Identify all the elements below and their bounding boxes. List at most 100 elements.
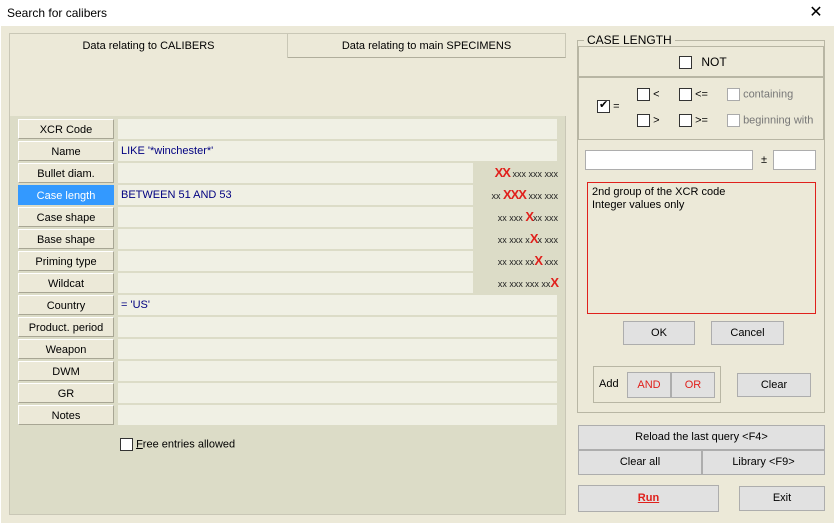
field-value[interactable] [118,207,473,227]
field-value[interactable]: LIKE '*winchester*' [118,141,557,161]
field-label[interactable]: DWM [18,361,114,381]
tab-specimens[interactable]: Data relating to main SPECIMENS [288,34,566,58]
xcr-mark: XX [494,165,511,180]
field-value[interactable] [118,405,557,425]
gt-checkbox[interactable] [637,114,650,127]
xcr-pattern: xx xxx xxx xxX [478,273,559,293]
free-entries-label: Free entries allowed [136,438,236,451]
field-label[interactable]: Case shape [18,207,114,227]
cancel-button[interactable]: Cancel [711,321,784,345]
xcr-pre: xx xxx xx [497,257,535,267]
equals-label: = [613,100,620,113]
le-option[interactable]: <= [679,88,708,101]
clear-all-button[interactable]: Clear all [578,450,702,475]
case-length-title: CASE LENGTH [584,33,675,47]
xcr-pre: xx [491,191,503,201]
field-label[interactable]: Priming type [18,251,114,271]
field-label[interactable]: Country [18,295,114,315]
and-button[interactable]: AND [627,372,671,398]
xcr-pre: xx xxx x [497,235,530,245]
xcr-mark: X [550,275,559,290]
equals-checkbox[interactable] [597,98,610,113]
close-icon[interactable]: ✕ [805,2,827,24]
ge-label: >= [695,114,708,127]
not-checkbox[interactable] [679,56,692,70]
field-label[interactable]: Weapon [18,339,114,359]
value-input[interactable] [585,150,753,170]
le-label: <= [695,88,708,101]
containing-option[interactable]: containing [727,88,793,101]
clear-button[interactable]: Clear [737,373,811,397]
free-entries-option[interactable]: Free entries allowed [120,438,235,451]
window-title: Search for calibers [7,6,108,20]
tolerance-input[interactable] [773,150,816,170]
beginning-checkbox[interactable] [727,114,740,127]
field-value[interactable] [118,163,473,183]
xcr-post: x xxx [537,235,558,245]
lt-checkbox[interactable] [637,88,650,101]
hint-line-1: 2nd group of the XCR code [592,186,726,198]
field-value[interactable]: = 'US' [118,295,557,315]
ge-option[interactable]: >= [679,114,708,127]
ge-checkbox[interactable] [679,114,692,127]
tab-calibers[interactable]: Data relating to CALIBERS [10,34,288,58]
field-value[interactable] [118,251,473,271]
xcr-mark: X [525,209,534,224]
plusminus-label: ± [761,154,768,166]
field-label[interactable]: Base shape [18,229,114,249]
equals-option[interactable]: = [597,98,620,113]
tab-strip: Data relating to CALIBERS Data relating … [10,34,566,116]
field-value[interactable] [118,317,557,337]
field-value[interactable] [118,361,557,381]
field-label[interactable]: Case length [18,185,114,205]
not-label: NOT [701,55,727,69]
not-option[interactable]: NOT [679,55,727,70]
xcr-pattern: xx xxx xXx xxx [478,229,558,249]
xcr-pattern: xx xxx Xxx xxx [478,207,558,227]
beginning-label: beginning with [743,114,814,127]
field-label[interactable]: Notes [18,405,114,425]
field-value[interactable] [118,339,557,359]
exit-button[interactable]: Exit [739,486,825,511]
lt-option[interactable]: < [637,88,660,101]
xcr-pre: xx xxx xxx xx [497,279,551,289]
field-label[interactable]: GR [18,383,114,403]
field-label[interactable]: Wildcat [18,273,114,293]
beginning-option[interactable]: beginning with [727,114,813,127]
xcr-post: xxx xxx xxx [509,169,558,179]
add-label: Add [599,378,619,390]
field-value[interactable] [118,119,557,139]
hint-line-2: Integer values only [592,199,685,211]
xcr-post: xx xxx [532,213,558,223]
free-entries-checkbox[interactable] [120,438,133,451]
xcr-pattern: xx XXX xxx xxx [478,185,558,205]
field-value[interactable]: BETWEEN 51 AND 53 [118,185,473,205]
field-value[interactable] [118,229,473,249]
xcr-pattern: XX xxx xxx xxx [478,163,558,183]
field-value[interactable] [118,383,557,403]
calibers-tab-panel: Data relating to CALIBERS Data relating … [9,33,566,515]
library-button[interactable]: Library <F9> [702,450,825,475]
or-button[interactable]: OR [671,372,715,398]
xcr-post: xxx [541,257,558,267]
containing-label: containing [743,88,794,101]
gt-option[interactable]: > [637,114,660,127]
run-button[interactable]: Run [578,485,719,512]
xcr-mark: XXX [502,187,527,202]
lt-label: < [653,88,660,101]
gt-label: > [653,114,660,127]
dialog-body: Data relating to CALIBERS Data relating … [1,26,834,523]
ok-button[interactable]: OK [623,321,695,345]
containing-checkbox[interactable] [727,88,740,101]
field-label[interactable]: Name [18,141,114,161]
field-label[interactable]: XCR Code [18,119,114,139]
xcr-mark: X [534,253,543,268]
xcr-pre: xx xxx [497,213,526,223]
field-label[interactable]: Product. period [18,317,114,337]
field-label[interactable]: Bullet diam. [18,163,114,183]
reload-last-query-button[interactable]: Reload the last query <F4> [578,425,825,450]
le-checkbox[interactable] [679,88,692,101]
hint-box: 2nd group of the XCR code Integer values… [587,182,816,314]
title-bar: Search for calibers ✕ [0,0,835,26]
field-value[interactable] [118,273,473,293]
